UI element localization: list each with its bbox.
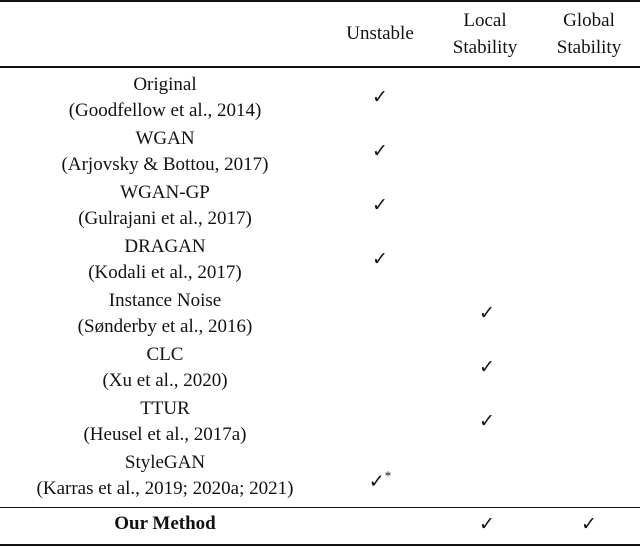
table-row: Original (Goodfellow et al., 2014) <box>0 72 330 124</box>
table-row: CLC (Xu et al., 2020) <box>0 342 330 394</box>
local-check: ✓ <box>467 412 507 432</box>
method-citation: (Xu et al., 2020) <box>102 370 228 391</box>
header-global-line1: Global <box>563 10 615 31</box>
method-citation: (Goodfellow et al., 2014) <box>68 100 262 121</box>
check-icon: ✓ <box>368 471 385 493</box>
table-row: Instance Noise (Sønderby et al., 2016) <box>0 288 330 340</box>
header-unstable-text: Unstable <box>346 23 414 44</box>
table-row: TTUR (Heusel et al., 2017a) <box>0 396 330 448</box>
method-citation: (Arjovsky & Bottou, 2017) <box>61 154 269 175</box>
method-name: CLC <box>146 344 184 365</box>
local-check: ✓ <box>467 304 507 324</box>
method-name: Instance Noise <box>108 290 222 311</box>
header-local-line1: Local <box>463 10 507 31</box>
method-citation: (Karras et al., 2019; 2020a; 2021) <box>36 478 294 499</box>
check-icon: ✓ <box>479 303 495 324</box>
check-icon: ✓ <box>372 141 388 162</box>
method-citation: (Kodali et al., 2017) <box>88 262 242 283</box>
method-name: WGAN-GP <box>120 182 210 203</box>
unstable-check: ✓ <box>360 142 400 162</box>
method-citation: (Sønderby et al., 2016) <box>77 316 253 337</box>
method-citation: (Gulrajani et al., 2017) <box>78 208 252 229</box>
method-name: Original <box>133 74 197 95</box>
unstable-check: ✓ <box>360 250 400 270</box>
check-icon: ✓ <box>372 249 388 270</box>
check-icon: ✓ <box>479 357 495 378</box>
mid-rule <box>0 507 640 508</box>
check-icon: ✓ <box>372 87 388 108</box>
header-local-stability: Local Stability <box>435 7 535 61</box>
header-global-line2: Stability <box>556 37 622 58</box>
table-row: StyleGAN (Karras et al., 2019; 2020a; 202… <box>0 450 330 502</box>
table-row: WGAN (Arjovsky & Bottou, 2017) <box>0 126 330 178</box>
method-name: StyleGAN <box>124 452 206 473</box>
our-method-local-check: ✓ <box>479 514 495 535</box>
table-row: DRAGAN (Kodali et al., 2017) <box>0 234 330 286</box>
our-method-global-check: ✓ <box>581 514 597 535</box>
header-local-line2: Stability <box>452 37 518 58</box>
local-check: ✓ <box>467 358 507 378</box>
header-unstable: Unstable <box>330 20 430 47</box>
top-rule <box>0 0 640 2</box>
unstable-check: ✓ <box>360 196 400 216</box>
unstable-check: ✓ <box>360 88 400 108</box>
method-name: DRAGAN <box>124 236 206 257</box>
header-global-stability: Global Stability <box>538 7 640 61</box>
header-rule <box>0 66 640 68</box>
unstable-check: ✓* <box>360 466 400 492</box>
method-name: TTUR <box>140 398 190 419</box>
check-icon: ✓ <box>372 195 388 216</box>
table-row: WGAN-GP (Gulrajani et al., 2017) <box>0 180 330 232</box>
method-name: WGAN <box>135 128 195 149</box>
footnote-asterisk: * <box>384 468 392 483</box>
method-citation: (Heusel et al., 2017a) <box>83 424 247 445</box>
our-method-label: Our Method <box>114 513 216 534</box>
bottom-rule <box>0 544 640 546</box>
check-icon: ✓ <box>479 411 495 432</box>
